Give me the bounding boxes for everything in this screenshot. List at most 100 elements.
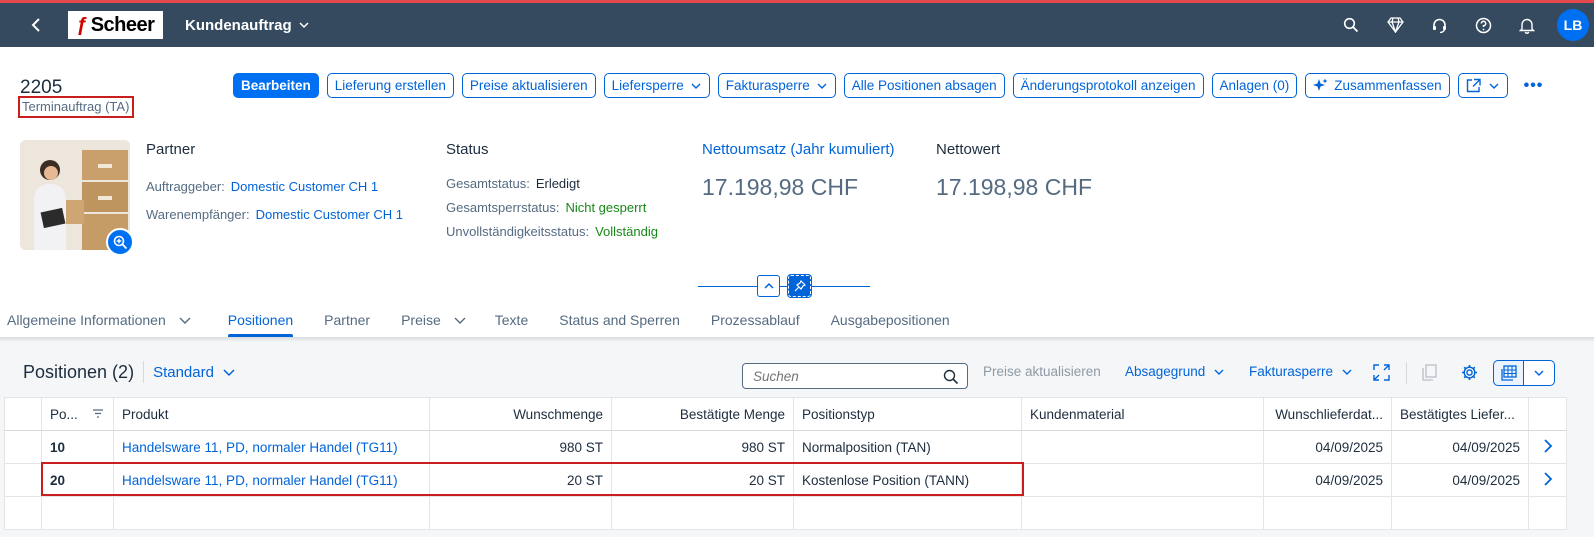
chevron-down-icon bbox=[179, 317, 191, 324]
positions-section: Positionen (2) Standard Preise aktualisi… bbox=[0, 337, 1594, 537]
select-column-header[interactable] bbox=[4, 397, 42, 431]
row-selector[interactable] bbox=[4, 430, 42, 464]
pin-header-button[interactable] bbox=[787, 274, 812, 298]
net-value-title: Nettowert bbox=[936, 141, 1001, 158]
tab-label: Partner bbox=[324, 312, 371, 328]
logo-mark: ƒ bbox=[76, 13, 88, 36]
summarize-button[interactable]: Zusammenfassen bbox=[1305, 73, 1450, 98]
chevron-down-icon bbox=[299, 22, 309, 29]
help-button[interactable] bbox=[1463, 9, 1503, 41]
row-navigate-button[interactable] bbox=[1528, 430, 1567, 464]
search-icon[interactable] bbox=[943, 369, 959, 385]
cell-confirmed-qty: 20 ST bbox=[611, 463, 794, 497]
logo-text: Scheer bbox=[90, 13, 155, 36]
tab-partner[interactable]: Partner bbox=[324, 303, 370, 337]
zoom-image-button[interactable] bbox=[106, 228, 134, 256]
user-avatar[interactable]: LB bbox=[1557, 9, 1589, 41]
billing-block-menu[interactable]: Fakturasperre bbox=[717, 73, 836, 98]
update-prices-button[interactable]: Preise aktualisieren bbox=[461, 73, 596, 98]
table-billing-block-menu[interactable]: Fakturasperre bbox=[1249, 364, 1353, 379]
chevron-down-icon bbox=[223, 369, 235, 377]
column-header-confirmed-qty[interactable]: Bestätigte Menge bbox=[611, 397, 794, 431]
search-field[interactable] bbox=[742, 363, 968, 389]
attachments-button[interactable]: Anlagen (0) bbox=[1211, 73, 1298, 98]
search-button[interactable] bbox=[1331, 9, 1371, 41]
header-collapse-controls bbox=[698, 274, 870, 298]
chevron-up-icon bbox=[763, 282, 774, 289]
rejection-reason-label: Absagegrund bbox=[1125, 364, 1206, 379]
collapse-header-button[interactable] bbox=[757, 275, 780, 297]
app-title-menu[interactable]: Kundenauftrag bbox=[185, 17, 310, 34]
net-sales-title[interactable]: Nettoumsatz (Jahr kumuliert) bbox=[702, 141, 895, 158]
tab-process-flow[interactable]: Prozessablauf bbox=[711, 303, 800, 337]
copy-button[interactable] bbox=[1422, 364, 1437, 381]
chevron-down-icon bbox=[454, 317, 466, 324]
sort-ascending-icon bbox=[92, 408, 103, 418]
tab-label: Status and Sperren bbox=[559, 312, 680, 328]
sparkle-icon bbox=[1313, 78, 1328, 91]
chevron-down-icon bbox=[1214, 369, 1224, 375]
cancel-all-positions-button[interactable]: Alle Positionen absagen bbox=[843, 73, 1005, 98]
tab-prices[interactable]: Preise bbox=[401, 303, 467, 337]
export-button[interactable] bbox=[1493, 360, 1524, 386]
status-title: Status bbox=[446, 141, 489, 158]
positions-table: Po... Produkt Wunschmenge Bestätigte Men… bbox=[4, 397, 1567, 530]
net-sales-kpi: Nettoumsatz (Jahr kumuliert) 17.198,98 C… bbox=[702, 141, 895, 201]
tab-label: Ausgabepositionen bbox=[830, 312, 950, 328]
table-update-prices-button[interactable]: Preise aktualisieren bbox=[983, 364, 1101, 379]
column-header-product[interactable]: Produkt bbox=[113, 397, 430, 431]
status-group: Status Gesamtstatus: Erledigt Gesamtsperr… bbox=[446, 141, 658, 243]
table-row[interactable]: 10 Handelsware 11, PD, normaler Handel (… bbox=[4, 430, 1567, 464]
sold-to-link[interactable]: Domestic Customer CH 1 bbox=[231, 179, 378, 194]
tab-positions[interactable]: Positionen bbox=[227, 303, 294, 337]
tab-status-and-blocks[interactable]: Status and Sperren bbox=[559, 303, 680, 337]
rejection-reason-menu[interactable]: Absagegrund bbox=[1125, 364, 1225, 379]
column-header-item-category[interactable]: Positionstyp bbox=[793, 397, 1022, 431]
change-log-button[interactable]: Änderungsprotokoll anzeigen bbox=[1012, 73, 1204, 98]
row-navigate-button[interactable] bbox=[1528, 463, 1567, 497]
fullscreen-button[interactable] bbox=[1373, 364, 1390, 381]
support-button[interactable] bbox=[1419, 9, 1459, 41]
tab-output-items[interactable]: Ausgabepositionen bbox=[831, 303, 950, 337]
edit-button[interactable]: Bearbeiten bbox=[233, 73, 319, 98]
search-input[interactable] bbox=[753, 368, 933, 384]
variant-selector[interactable]: Standard bbox=[153, 364, 236, 381]
column-header-position[interactable]: Po... bbox=[41, 397, 114, 431]
ship-to-link[interactable]: Domestic Customer CH 1 bbox=[256, 207, 403, 222]
column-header-requested-date[interactable]: Wunschlieferdat... bbox=[1263, 397, 1392, 431]
summarize-label: Zusammenfassen bbox=[1334, 78, 1442, 93]
chevron-down-icon bbox=[1342, 369, 1352, 375]
create-delivery-button[interactable]: Lieferung erstellen bbox=[326, 73, 454, 98]
object-type: Terminauftrag (TA) bbox=[18, 96, 135, 118]
share-menu[interactable] bbox=[1457, 73, 1508, 98]
row-selector[interactable] bbox=[4, 463, 42, 497]
company-logo[interactable]: ƒ Scheer bbox=[68, 11, 163, 39]
back-button[interactable] bbox=[26, 14, 48, 36]
column-header-confirmed-date[interactable]: Bestätigtes Liefer... bbox=[1391, 397, 1529, 431]
delivery-block-menu[interactable]: Liefersperre bbox=[603, 73, 710, 98]
cell-position: 20 bbox=[41, 463, 114, 497]
completeness-status-value: Vollständig bbox=[595, 223, 658, 239]
export-split-button[interactable] bbox=[1493, 360, 1555, 386]
tab-general-information[interactable]: Allgemeine Informationen bbox=[7, 303, 192, 337]
bell-icon bbox=[1519, 18, 1535, 34]
column-header-customer-material[interactable]: Kundenmaterial bbox=[1021, 397, 1264, 431]
joule-button[interactable] bbox=[1375, 9, 1415, 41]
fullscreen-icon bbox=[1373, 364, 1390, 381]
gear-icon bbox=[1462, 365, 1477, 380]
table-settings-button[interactable] bbox=[1461, 364, 1478, 381]
cell-product-link[interactable]: Handelsware 11, PD, normaler Handel (TG1… bbox=[113, 463, 430, 497]
overflow-menu-button[interactable]: ••• bbox=[1524, 77, 1544, 95]
notifications-button[interactable] bbox=[1507, 9, 1547, 41]
spreadsheet-icon bbox=[1500, 365, 1517, 381]
cell-requested-qty: 980 ST bbox=[429, 430, 612, 464]
tab-texts[interactable]: Texte bbox=[495, 303, 528, 337]
column-header-requested-qty[interactable]: Wunschmenge bbox=[429, 397, 612, 431]
chevron-right-icon bbox=[1543, 438, 1552, 453]
table-row[interactable]: 20 Handelsware 11, PD, normaler Handel (… bbox=[4, 463, 1567, 497]
cell-product-link[interactable]: Handelsware 11, PD, normaler Handel (TG1… bbox=[113, 430, 430, 464]
tab-label: Texte bbox=[494, 312, 529, 328]
export-menu-button[interactable] bbox=[1524, 360, 1555, 386]
empty-table-row bbox=[4, 496, 1567, 530]
tab-label: Preise bbox=[401, 312, 441, 328]
